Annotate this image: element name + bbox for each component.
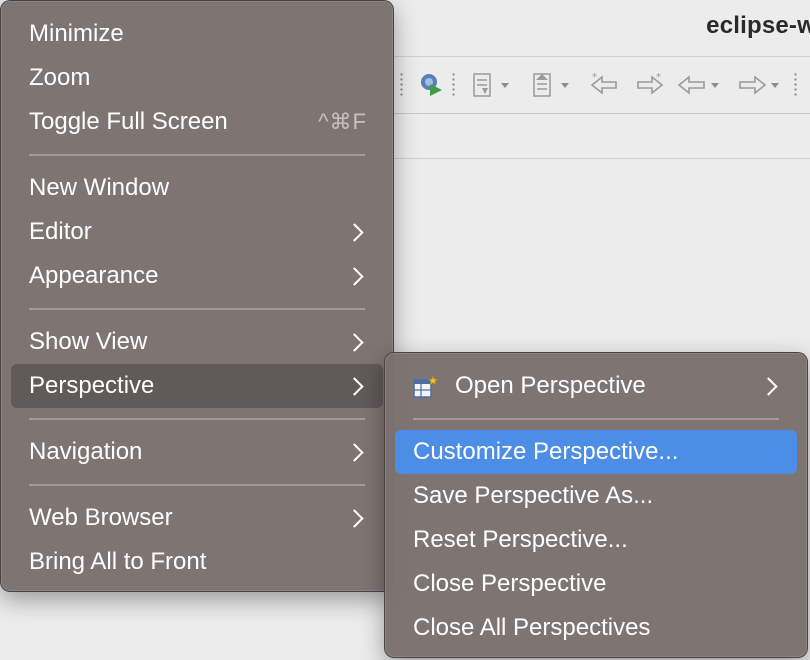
menu-separator bbox=[29, 154, 365, 156]
menu-item-label: Bring All to Front bbox=[29, 548, 207, 575]
next-annotation-icon[interactable] bbox=[468, 69, 509, 101]
menu-item-label: Save Perspective As... bbox=[413, 482, 654, 509]
last-edit-location-icon[interactable]: * bbox=[588, 69, 622, 101]
menu-item-customize-perspective[interactable]: Customize Perspective... bbox=[395, 430, 797, 474]
menu-item-label: Customize Perspective... bbox=[413, 438, 679, 465]
menu-item-label: Perspective bbox=[29, 372, 155, 399]
menu-item-label: Toggle Full Screen bbox=[29, 108, 228, 135]
toolbar-separator bbox=[452, 69, 455, 101]
menu-item-label: Web Browser bbox=[29, 504, 173, 531]
menu-item-minimize[interactable]: Minimize bbox=[11, 12, 383, 56]
menu-item-appearance[interactable]: Appearance bbox=[11, 254, 383, 298]
menu-item-reset-perspective[interactable]: Reset Perspective... bbox=[395, 518, 797, 562]
chevron-right-icon bbox=[345, 266, 364, 286]
perspective-submenu: Open Perspective Customize Perspective..… bbox=[384, 352, 808, 658]
menu-item-label: Show View bbox=[29, 328, 148, 355]
prev-annotation-icon[interactable] bbox=[528, 69, 569, 101]
menu-item-label: New Window bbox=[29, 174, 170, 201]
menu-item-web-browser[interactable]: Web Browser bbox=[11, 496, 383, 540]
menu-item-label: Close All Perspectives bbox=[413, 614, 651, 641]
open-perspective-icon bbox=[413, 375, 439, 398]
keyboard-shortcut: ^⌘F bbox=[318, 109, 367, 134]
menu-separator bbox=[29, 484, 365, 486]
menu-item-label: Zoom bbox=[29, 64, 91, 91]
menu-item-new-window[interactable]: New Window bbox=[11, 166, 383, 210]
chevron-right-icon bbox=[345, 222, 364, 242]
toolbar-separator bbox=[400, 69, 403, 101]
chevron-right-icon bbox=[345, 332, 364, 352]
menu-separator bbox=[29, 418, 365, 420]
chevron-right-icon bbox=[345, 376, 364, 396]
chevron-right-icon bbox=[345, 442, 364, 462]
menu-item-label: Open Perspective bbox=[455, 372, 646, 399]
menu-item-perspective[interactable]: Perspective bbox=[11, 364, 383, 408]
menu-item-toggle-full-screen[interactable]: Toggle Full Screen ^⌘F bbox=[11, 100, 383, 144]
back-icon[interactable] bbox=[676, 69, 719, 101]
forward-icon[interactable] bbox=[736, 69, 779, 101]
menu-item-close-all-perspectives[interactable]: Close All Perspectives bbox=[395, 606, 797, 650]
menu-item-label: Close Perspective bbox=[413, 570, 607, 597]
menu-item-editor[interactable]: Editor bbox=[11, 210, 383, 254]
chevron-right-icon bbox=[345, 508, 364, 528]
menu-item-label: Editor bbox=[29, 218, 92, 245]
chevron-right-icon bbox=[759, 376, 778, 396]
menu-item-open-perspective[interactable]: Open Perspective bbox=[395, 364, 797, 408]
menu-item-save-perspective-as[interactable]: Save Perspective As... bbox=[395, 474, 797, 518]
menu-item-label: Navigation bbox=[29, 438, 143, 465]
toolbar-separator bbox=[794, 69, 797, 101]
menu-item-label: Reset Perspective... bbox=[413, 526, 628, 553]
menu-separator bbox=[413, 418, 779, 420]
run-profile-icon[interactable] bbox=[416, 69, 446, 101]
menu-item-show-view[interactable]: Show View bbox=[11, 320, 383, 364]
menu-item-close-perspective[interactable]: Close Perspective bbox=[395, 562, 797, 606]
svg-text:*: * bbox=[592, 72, 597, 83]
window-title: eclipse-w bbox=[706, 12, 810, 39]
svg-text:*: * bbox=[656, 72, 661, 83]
menu-item-label: Minimize bbox=[29, 20, 124, 47]
menu-item-zoom[interactable]: Zoom bbox=[11, 56, 383, 100]
window-menu: Minimize Zoom Toggle Full Screen ^⌘F New… bbox=[0, 0, 394, 592]
menu-item-label: Appearance bbox=[29, 262, 159, 289]
menu-item-bring-all-to-front[interactable]: Bring All to Front bbox=[11, 540, 383, 584]
forward-edit-icon[interactable]: * bbox=[632, 69, 666, 101]
menu-item-navigation[interactable]: Navigation bbox=[11, 430, 383, 474]
menu-separator bbox=[29, 308, 365, 310]
